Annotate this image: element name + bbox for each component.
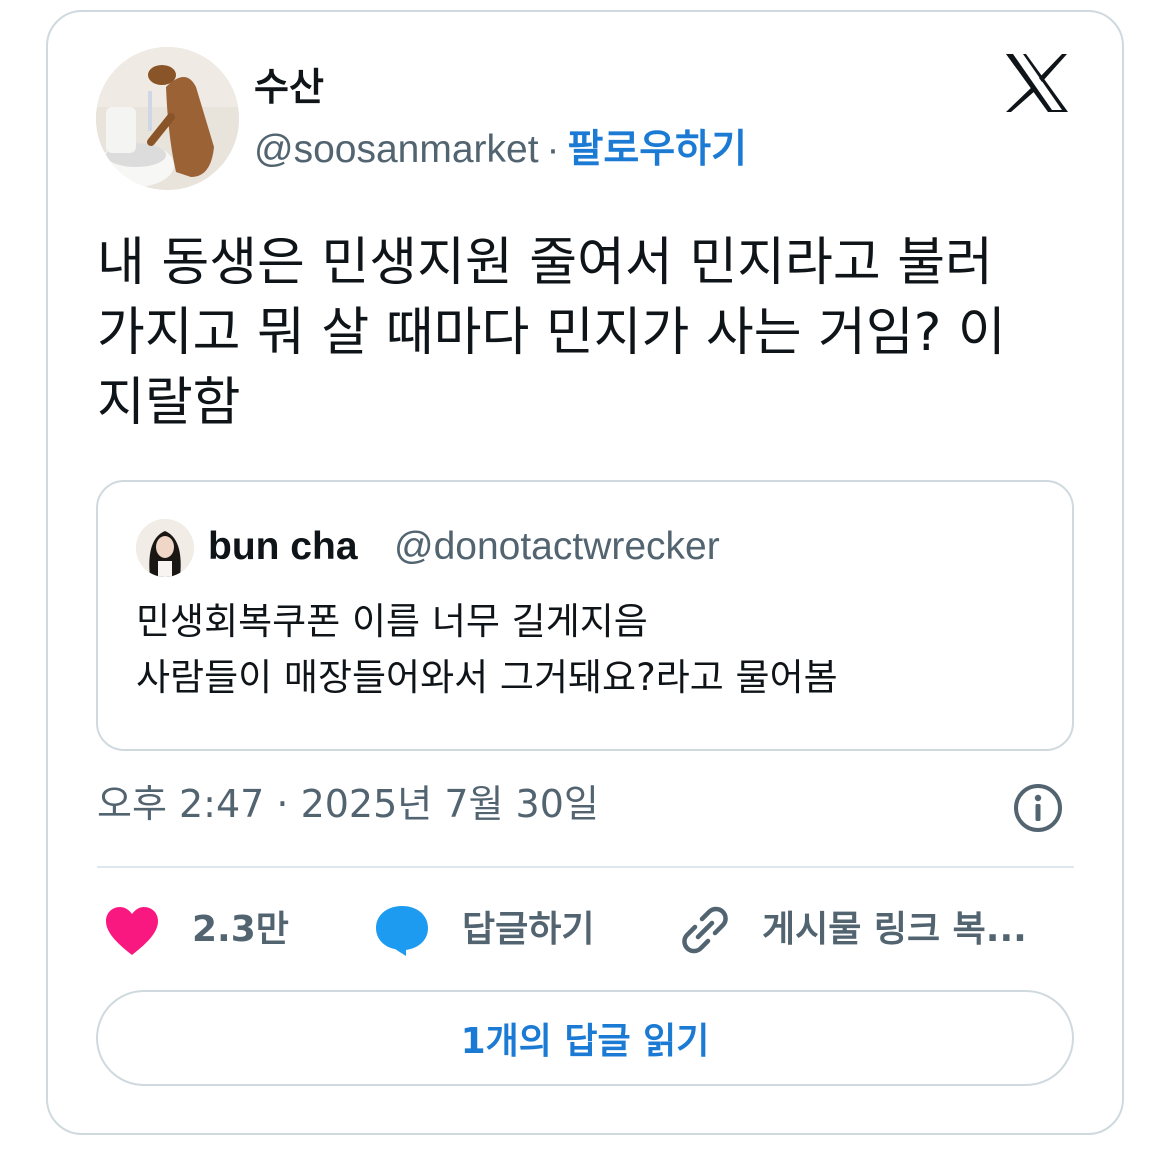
reply-button[interactable]: 답글하기	[462, 906, 594, 954]
link-icon[interactable]	[678, 903, 732, 957]
author-display-name[interactable]: 수산	[254, 64, 324, 110]
read-replies-button[interactable]: 1개의 답글 읽기	[96, 990, 1074, 1086]
quoted-author-avatar[interactable]	[136, 519, 194, 577]
author-handle-row: @soosanmarket · 팔로우하기	[254, 126, 747, 174]
info-icon[interactable]	[1012, 782, 1064, 834]
author-avatar[interactable]	[96, 47, 239, 190]
timestamp[interactable]: 오후 2:47 · 2025년 7월 30일	[97, 780, 599, 828]
separator-dot: ·	[546, 128, 560, 171]
speech-bubble-icon[interactable]	[374, 903, 430, 957]
tweet-text: 내 동생은 민생지원 줄여서 민지라고 불러 가지고 뭐 살 때마다 민지가 사…	[97, 233, 1006, 433]
quoted-display-name[interactable]: bun cha	[208, 523, 358, 571]
divider	[97, 866, 1074, 868]
copy-link-button[interactable]: 게시물 링크 복...	[762, 906, 1027, 954]
read-replies-label: 1개의 답글 읽기	[460, 1021, 710, 1062]
quoted-handle[interactable]: @donotactwrecker	[394, 523, 720, 571]
author-handle[interactable]: @soosanmarket	[254, 128, 539, 171]
quoted-text: 민생회복쿠폰 이름 너무 길게지음 사람들이 매장들어와서 그거돼요?라고 물어…	[136, 600, 838, 699]
follow-button[interactable]: 팔로우하기	[568, 127, 747, 172]
x-logo-icon[interactable]	[1004, 52, 1070, 114]
heart-icon[interactable]	[104, 905, 160, 957]
like-count[interactable]: 2.3만	[192, 906, 289, 954]
